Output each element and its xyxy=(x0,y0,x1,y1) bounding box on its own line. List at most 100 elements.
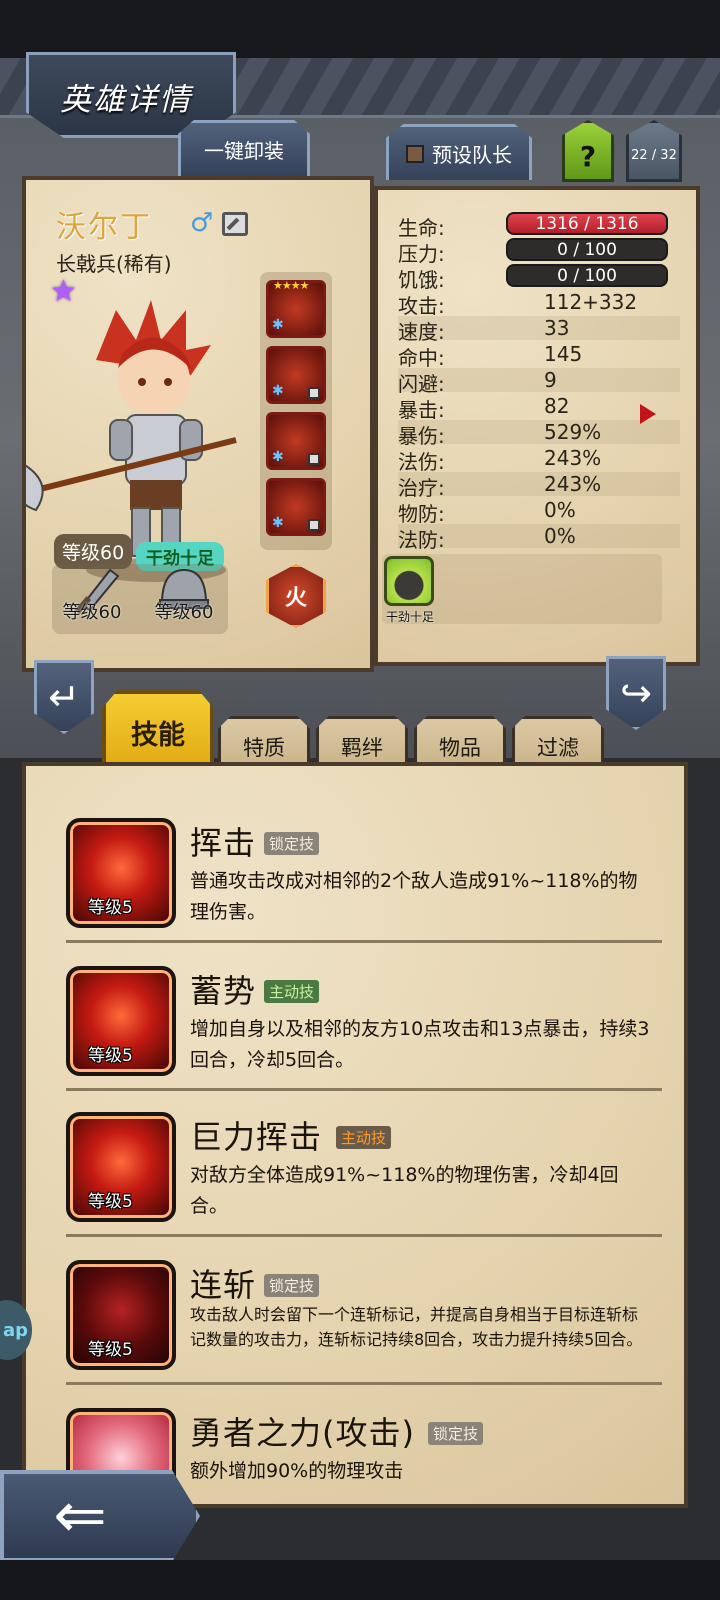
skill-level: 等级5 xyxy=(88,1046,133,1066)
mood-trait-icon[interactable] xyxy=(384,556,434,606)
lock-icon xyxy=(308,453,320,465)
stat-label: 暴击: xyxy=(398,398,445,422)
back-button[interactable]: ⇐ xyxy=(0,1470,200,1562)
stat-value: 145 xyxy=(544,342,583,366)
gear-icon: ✱ xyxy=(272,449,284,465)
stat-value: 243% xyxy=(544,446,602,470)
gear-icon: ✱ xyxy=(272,515,284,531)
stat-value: 529% xyxy=(544,420,602,444)
stat-row: 暴伤: 529% xyxy=(398,420,680,448)
stat-row: 法伤: 243% xyxy=(398,446,680,474)
fire-element-icon: 火 xyxy=(266,564,326,628)
combo-slash-skill-icon: 等级5 xyxy=(66,1260,176,1370)
armor-level: 等级60 xyxy=(154,602,214,623)
expand-arrow-icon[interactable] xyxy=(640,404,656,424)
stat-label: 速度: xyxy=(398,320,445,344)
preset-captain-label: 预设队长 xyxy=(432,143,512,167)
divider xyxy=(66,940,662,943)
armor-slot[interactable]: 等级60 xyxy=(144,564,224,623)
weapon-slot[interactable]: 等级60 xyxy=(52,564,132,623)
fist-skill-icon: 等级5 xyxy=(66,966,176,1076)
arrow-right-icon: ↪ xyxy=(620,671,652,715)
skill-desc: 额外增加90%的物理攻击 xyxy=(190,1460,404,1482)
skill-tag: 主动技 xyxy=(336,1126,392,1149)
equipment-slots: ★★★★ ✱ ✱ ✱ ✱ xyxy=(260,272,332,550)
stat-hunger: 饥饿: 0 / 100 xyxy=(398,264,680,292)
stat-row: 暴击: 82 xyxy=(398,394,680,422)
skill-desc: 对敌方全体造成91%~118%的物理伤害，冷却4回合。 xyxy=(190,1164,619,1217)
stat-row: 闪避: 9 xyxy=(398,368,680,396)
skill-level: 等级5 xyxy=(88,1192,133,1212)
stat-row: 命中: 145 xyxy=(398,342,680,370)
stat-value: 82 xyxy=(544,394,570,418)
male-gender-icon: ♂ xyxy=(190,208,214,238)
stat-label: 命中: xyxy=(398,346,445,370)
stat-label: 饥饿: xyxy=(398,268,445,292)
equip-slot-1[interactable]: ★★★★ ✱ xyxy=(266,279,326,338)
stats-card: 生命: 1316 / 1316 压力: 0 / 100 饥饿: 0 / 100 … xyxy=(374,186,700,666)
equip-slot-4[interactable]: ✱ xyxy=(266,478,326,536)
skill-tag: 锁定技 xyxy=(264,1274,320,1297)
stat-label: 法伤: xyxy=(398,450,445,474)
stat-label: 物防: xyxy=(398,502,445,526)
stat-row: 物防: 0% xyxy=(398,498,680,526)
stat-label: 治疗: xyxy=(398,476,445,500)
unequip-all-button[interactable]: 一键卸装 xyxy=(178,120,310,176)
skill-name: 巨力挥击 xyxy=(190,1118,323,1156)
skill-name: 挥击 xyxy=(190,824,257,862)
page-title: 英雄详情 xyxy=(60,82,192,118)
bottom-bar xyxy=(0,1560,720,1600)
stat-row: 速度: 33 xyxy=(398,316,680,344)
stat-label: 闪避: xyxy=(398,372,445,396)
stat-label: 攻击: xyxy=(398,294,445,318)
skill-level: 等级5 xyxy=(88,898,133,918)
preset-captain-button[interactable]: 预设队长 xyxy=(386,124,532,180)
skill-tag: 主动技 xyxy=(264,980,320,1003)
preset-captain-checkbox[interactable] xyxy=(406,144,424,163)
trait-label: 干劲十足 xyxy=(385,610,434,624)
strike-skill-icon: 等级5 xyxy=(66,818,176,928)
stat-row: 治疗: 243% xyxy=(398,472,680,500)
stat-stress: 压力: 0 / 100 xyxy=(398,238,680,266)
divider xyxy=(66,1088,662,1091)
stat-value: 33 xyxy=(544,316,570,340)
skill-name: 连斩 xyxy=(190,1266,257,1304)
stat-value: 9 xyxy=(544,368,557,392)
equip-slot-3[interactable]: ✱ xyxy=(266,412,326,470)
gear-panel: 等级60 等级60 xyxy=(52,564,228,634)
rename-icon[interactable] xyxy=(222,212,248,236)
lock-icon xyxy=(308,519,320,531)
hero-card: 沃尔丁 ♂ 长戟兵(稀有) ★ ★★★★ ✱ ✱ ✱ ✱ 等级60 干劲十足 等… xyxy=(22,176,374,672)
weapon-level: 等级60 xyxy=(62,602,122,623)
arrow-left-icon: ↵ xyxy=(48,675,80,719)
slot-stars-icon: ★★★★ xyxy=(273,279,309,292)
stat-label: 压力: xyxy=(398,242,445,266)
stat-value: 112+332 xyxy=(544,290,638,314)
skill-name: 勇者之力(攻击) xyxy=(190,1414,415,1452)
skill-level: 等级5 xyxy=(88,1340,133,1360)
skills-panel: 等级5 挥击 锁定技 普通攻击改成对相邻的2个敌人造成91%~118%的物理伤害… xyxy=(22,762,688,1508)
skill-desc: 普通攻击改成对相邻的2个敌人造成91%~118%的物理伤害。 xyxy=(190,870,638,923)
hp-bar: 1316 / 1316 xyxy=(506,212,668,235)
stat-label: 法防: xyxy=(398,528,445,552)
divider xyxy=(66,1234,662,1237)
heavy-strike-skill-icon: 等级5 xyxy=(66,1112,176,1222)
equip-slot-2[interactable]: ✱ xyxy=(266,346,326,404)
stat-value: 243% xyxy=(544,472,602,496)
lock-icon xyxy=(308,387,320,399)
stat-value: 0% xyxy=(544,498,576,522)
skill-name: 蓄势 xyxy=(190,972,257,1010)
hero-name: 沃尔丁 xyxy=(56,210,152,245)
hunger-bar: 0 / 100 xyxy=(506,264,668,287)
stat-label: 暴伤: xyxy=(398,424,445,448)
stat-label: 生命: xyxy=(398,216,445,240)
hero-class: 长戟兵(稀有) xyxy=(56,252,172,276)
gear-icon: ✱ xyxy=(272,383,284,399)
divider xyxy=(66,1382,662,1385)
stat-row: 攻击: 112+332 xyxy=(398,290,680,318)
status-bar xyxy=(0,0,720,58)
back-arrow-icon: ⇐ xyxy=(53,1479,107,1553)
skill-desc: 增加自身以及相邻的友方10点攻击和13点暴击，持续3回合，冷却5回合。 xyxy=(190,1018,650,1071)
skill-tag: 锁定技 xyxy=(264,832,320,855)
stat-hp: 生命: 1316 / 1316 xyxy=(398,212,680,240)
